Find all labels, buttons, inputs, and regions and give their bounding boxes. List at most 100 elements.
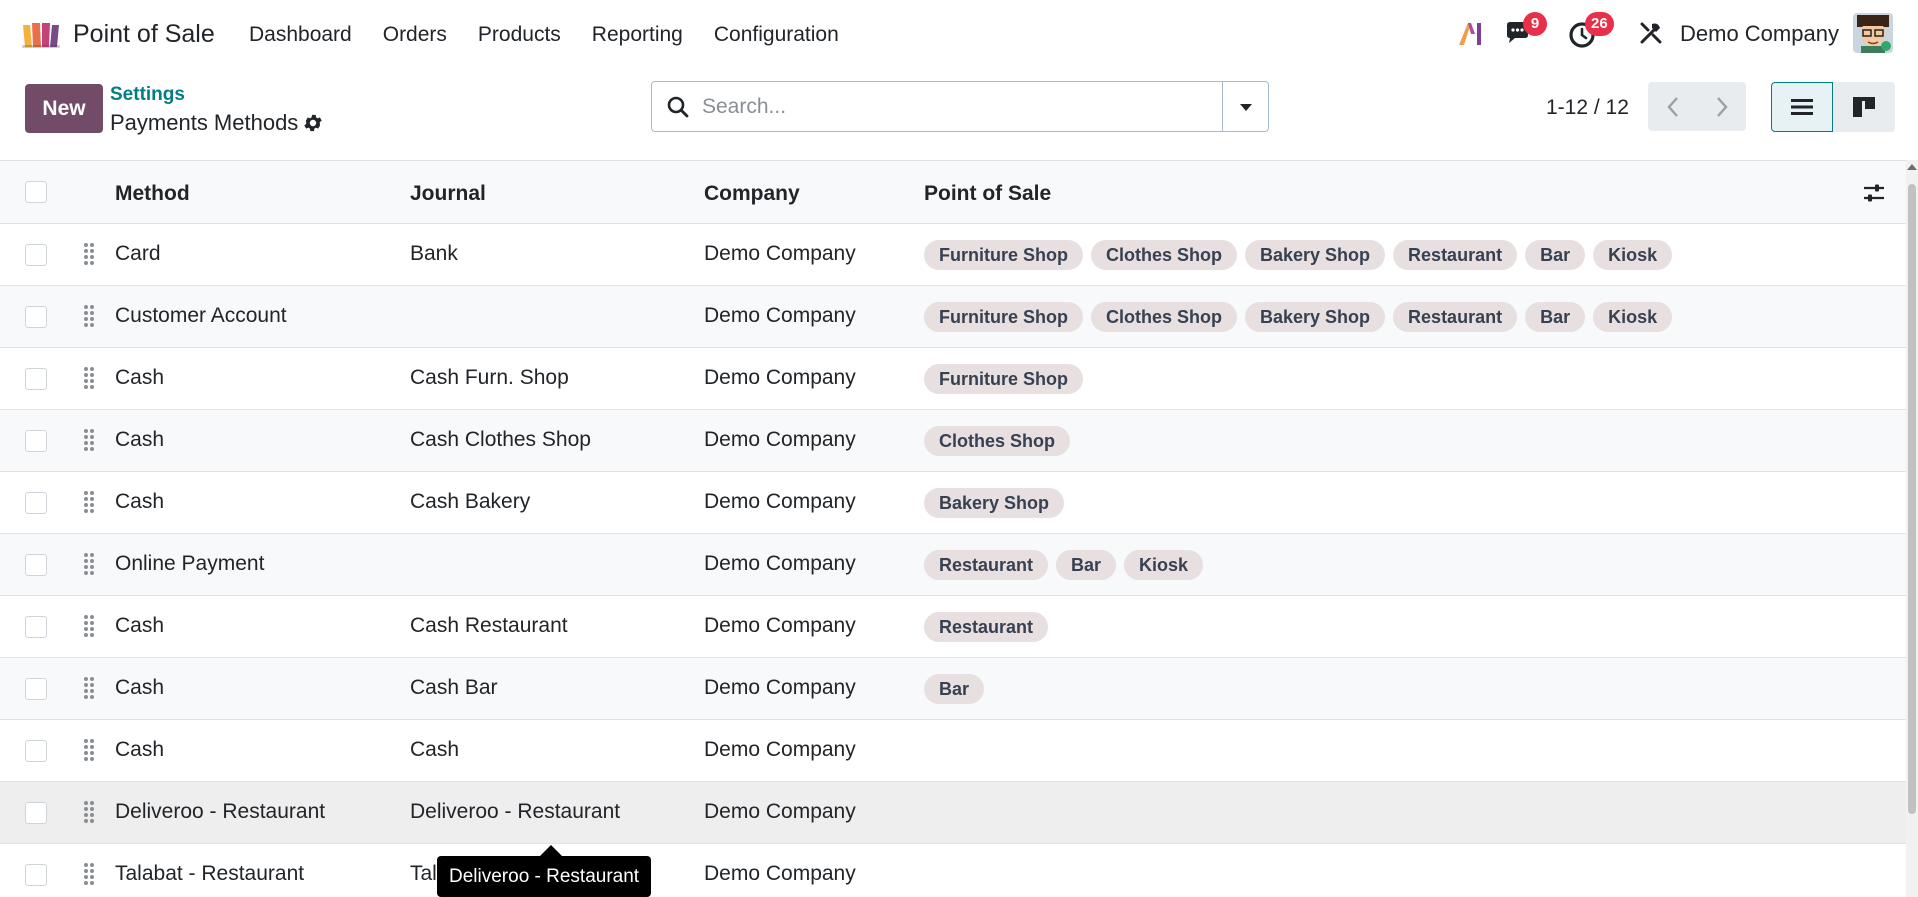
cell-method: Cash bbox=[115, 738, 165, 761]
pos-tag: Restaurant bbox=[1393, 240, 1518, 270]
chat-count-badge: 9 bbox=[1523, 12, 1547, 36]
cell-method: Online Payment bbox=[115, 552, 265, 575]
table-row[interactable]: Cash Cash Furn. Shop Demo Company Furniture… bbox=[0, 348, 1906, 410]
cell-journal: Tal bbox=[410, 862, 437, 885]
pos-tag: Clothes Shop bbox=[924, 426, 1070, 456]
table-row[interactable]: Cash Cash Clothes Shop Demo Company Clothes… bbox=[0, 410, 1906, 472]
select-all-checkbox[interactable] bbox=[25, 181, 47, 203]
kanban-view-button[interactable] bbox=[1833, 82, 1895, 132]
menu-configuration[interactable]: Configuration bbox=[714, 22, 839, 48]
table-row[interactable]: Customer Account Demo Company Furniture Sh… bbox=[0, 286, 1906, 348]
cell-company: Demo Company bbox=[704, 800, 856, 823]
cell-method: Customer Account bbox=[115, 304, 287, 327]
top-navbar: Point of Sale Dashboard Orders Products … bbox=[0, 0, 1918, 68]
cell-method: Cash bbox=[115, 490, 165, 513]
kanban-view-icon bbox=[1853, 97, 1875, 117]
app-name[interactable]: Point of Sale bbox=[73, 19, 215, 49]
pos-tag: Kiosk bbox=[1593, 240, 1673, 270]
new-button[interactable]: New bbox=[25, 84, 103, 133]
row-checkbox[interactable] bbox=[25, 368, 47, 390]
pager-previous-button[interactable] bbox=[1648, 82, 1697, 131]
row-checkbox[interactable] bbox=[25, 244, 47, 266]
table-row[interactable]: Online Payment Demo Company Restaurant Bar K… bbox=[0, 534, 1906, 596]
search-options-toggle[interactable] bbox=[1222, 82, 1268, 131]
table-row[interactable]: Card Bank Demo Company Furniture Shop Clothe… bbox=[0, 224, 1906, 286]
table-row[interactable]: Cash Cash Bar Demo Company Bar bbox=[0, 658, 1906, 720]
row-checkbox[interactable] bbox=[25, 554, 47, 576]
drag-handle-icon[interactable] bbox=[82, 676, 96, 700]
company-switcher[interactable]: Demo Company bbox=[1680, 21, 1839, 47]
table-row[interactable]: Deliveroo - Restaurant Deliveroo - Restau… bbox=[0, 782, 1906, 844]
column-method[interactable]: Method bbox=[115, 181, 190, 207]
vertical-scrollbar[interactable] bbox=[1906, 160, 1918, 897]
row-checkbox[interactable] bbox=[25, 306, 47, 328]
row-checkbox[interactable] bbox=[25, 430, 47, 452]
cell-company: Demo Company bbox=[704, 614, 856, 637]
cell-journal: Cash Bar bbox=[410, 676, 498, 699]
cell-company: Demo Company bbox=[704, 862, 856, 885]
list-view-icon bbox=[1791, 99, 1813, 115]
table-row[interactable]: Cash Cash Bakery Demo Company Bakery Shop bbox=[0, 472, 1906, 534]
drag-handle-icon[interactable] bbox=[82, 614, 96, 638]
cell-company: Demo Company bbox=[704, 428, 856, 451]
cell-company: Demo Company bbox=[704, 552, 856, 575]
drag-handle-icon[interactable] bbox=[82, 552, 96, 576]
column-journal[interactable]: Journal bbox=[410, 181, 486, 207]
drag-handle-icon[interactable] bbox=[82, 366, 96, 390]
cell-company: Demo Company bbox=[704, 676, 856, 699]
table-row[interactable]: Cash Cash Demo Company bbox=[0, 720, 1906, 782]
tooltip-arrow bbox=[540, 845, 562, 856]
caret-down-icon bbox=[1239, 103, 1252, 111]
menu-orders[interactable]: Orders bbox=[383, 22, 447, 48]
cell-journal: Bank bbox=[410, 242, 458, 265]
cell-journal: Cash Clothes Shop bbox=[410, 428, 591, 451]
pos-tag: Bar bbox=[924, 674, 985, 704]
sliders-icon[interactable] bbox=[1862, 181, 1886, 205]
pos-tag: Bakery Shop bbox=[924, 488, 1065, 518]
table-row[interactable]: Talabat - Restaurant Tal Demo Company bbox=[0, 844, 1906, 897]
drag-handle-icon[interactable] bbox=[82, 428, 96, 452]
pager-value[interactable]: 1-12 / 12 bbox=[1546, 95, 1629, 121]
drag-handle-icon[interactable] bbox=[82, 490, 96, 514]
scroll-up-arrow[interactable] bbox=[1907, 164, 1917, 170]
row-checkbox[interactable] bbox=[25, 616, 47, 638]
cell-method: Cash bbox=[115, 676, 165, 699]
menu-dashboard[interactable]: Dashboard bbox=[249, 22, 352, 48]
ai-icon[interactable] bbox=[1456, 20, 1484, 48]
pos-tag: Bakery Shop bbox=[1245, 302, 1386, 332]
gear-icon[interactable] bbox=[302, 112, 324, 134]
list-view-button[interactable] bbox=[1771, 82, 1833, 132]
drag-handle-icon[interactable] bbox=[82, 862, 96, 886]
chevron-left-icon bbox=[1666, 96, 1678, 117]
menu-products[interactable]: Products bbox=[478, 22, 561, 48]
tools-icon[interactable] bbox=[1638, 20, 1664, 46]
menu-reporting[interactable]: Reporting bbox=[592, 22, 683, 48]
drag-handle-icon[interactable] bbox=[82, 242, 96, 266]
column-point-of-sale[interactable]: Point of Sale bbox=[924, 181, 1051, 207]
row-checkbox[interactable] bbox=[25, 802, 47, 824]
drag-handle-icon[interactable] bbox=[82, 738, 96, 762]
cell-point-of-sale: Bar bbox=[924, 674, 985, 704]
pos-tag: Furniture Shop bbox=[924, 240, 1083, 270]
scroll-thumb[interactable] bbox=[1908, 184, 1916, 814]
pos-tag: Bakery Shop bbox=[1245, 240, 1386, 270]
search-bar bbox=[651, 81, 1269, 132]
row-checkbox[interactable] bbox=[25, 678, 47, 700]
cell-journal: Deliveroo - Restaurant bbox=[410, 800, 621, 823]
row-checkbox[interactable] bbox=[25, 864, 47, 886]
row-checkbox[interactable] bbox=[25, 492, 47, 514]
user-avatar[interactable] bbox=[1853, 13, 1893, 53]
pager-next-button[interactable] bbox=[1697, 82, 1746, 131]
drag-handle-icon[interactable] bbox=[82, 800, 96, 824]
breadcrumb-settings[interactable]: Settings bbox=[110, 83, 185, 107]
table-header: Method Journal Company Point of Sale bbox=[0, 161, 1906, 224]
row-checkbox[interactable] bbox=[25, 740, 47, 762]
chevron-right-icon bbox=[1716, 96, 1728, 117]
search-input[interactable] bbox=[702, 91, 1202, 123]
column-company[interactable]: Company bbox=[704, 181, 800, 207]
pos-tag: Furniture Shop bbox=[924, 364, 1083, 394]
table-row[interactable]: Cash Cash Restaurant Demo Company Restauran… bbox=[0, 596, 1906, 658]
drag-handle-icon[interactable] bbox=[82, 304, 96, 328]
pos-app-icon[interactable] bbox=[20, 19, 62, 49]
cell-method: Talabat - Restaurant bbox=[115, 862, 305, 885]
